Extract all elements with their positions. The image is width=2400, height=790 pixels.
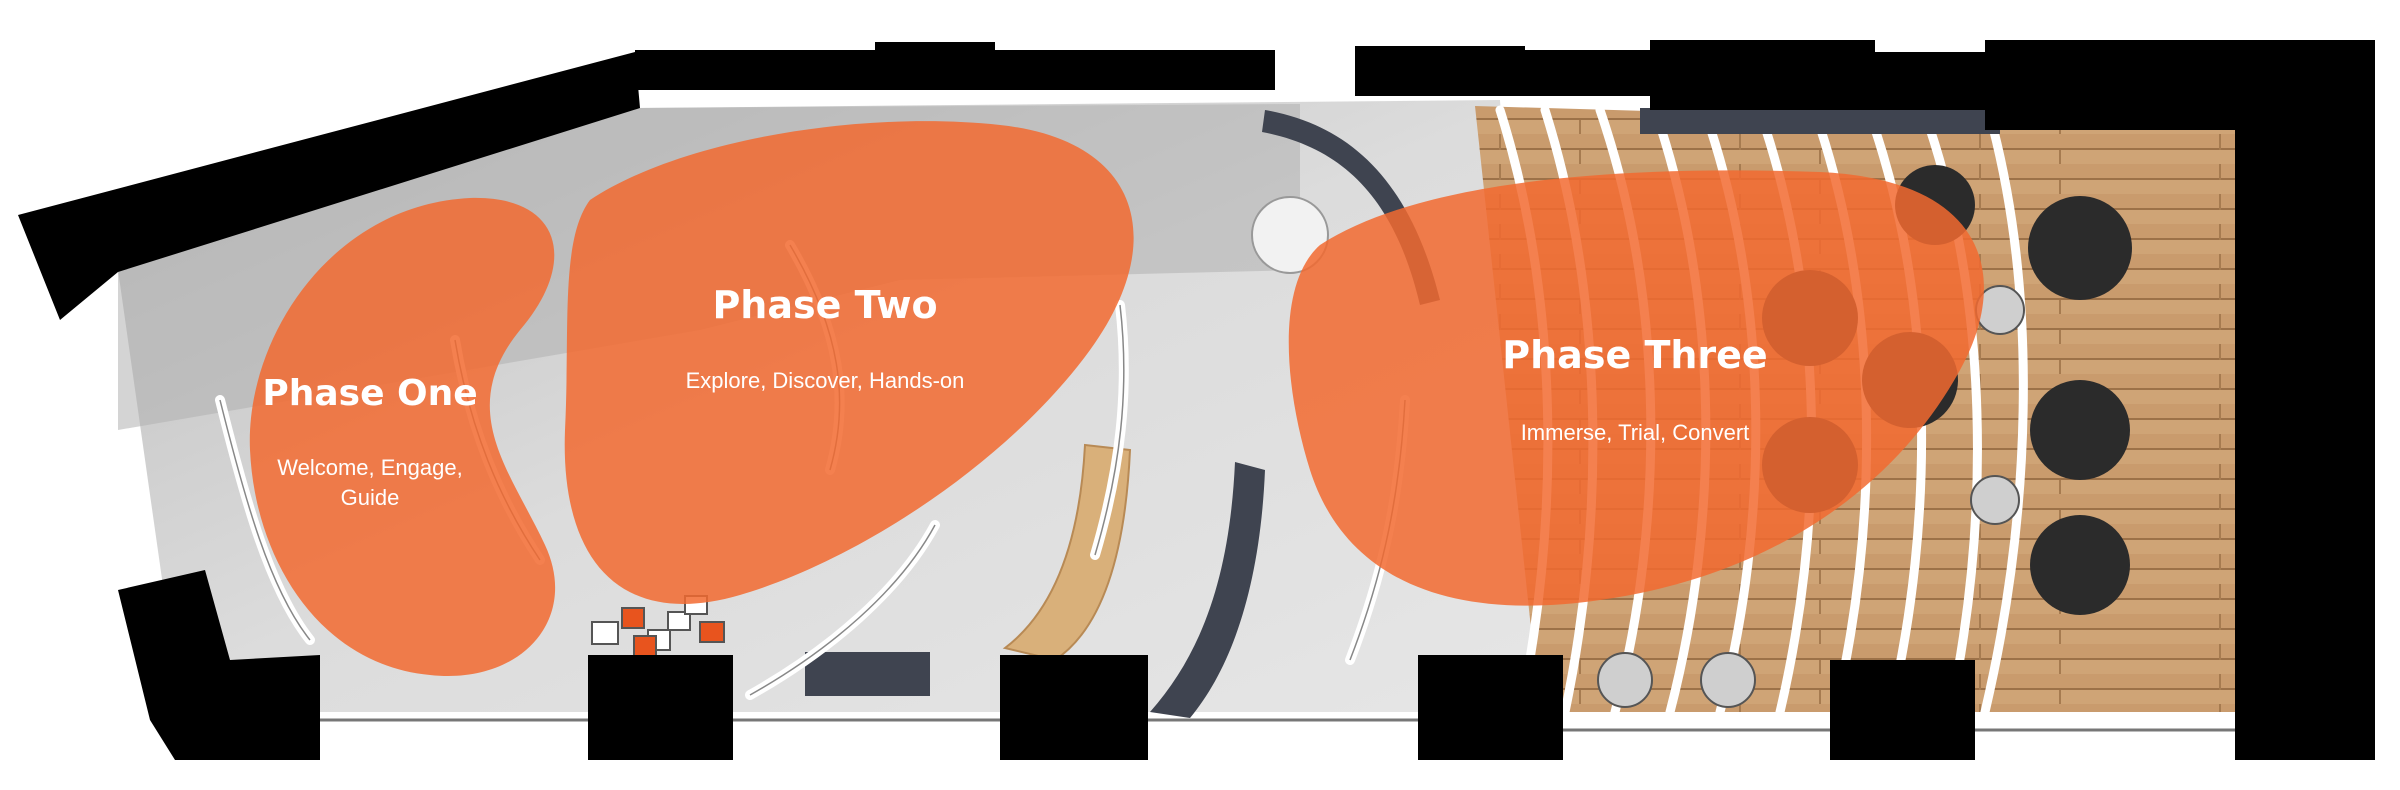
phase-three-title: Phase Three xyxy=(1502,333,1767,377)
floor-plan-diagram: Phase One Welcome, Engage, Guide Phase Two E… xyxy=(18,40,2375,760)
phase-one-subtitle-line: Welcome, Engage, xyxy=(277,455,462,480)
phase-three-subtitle-line: Immerse, Trial, Convert xyxy=(1521,420,1750,445)
phase-one-title: Phase One xyxy=(262,373,477,414)
phase-one-subtitle-line: Guide xyxy=(341,485,400,510)
right-wall xyxy=(2235,40,2375,760)
low-bench xyxy=(805,652,930,696)
phase-two-title: Phase Two xyxy=(712,283,937,327)
phase-two-subtitle-line: Explore, Discover, Hands-on xyxy=(686,368,965,393)
